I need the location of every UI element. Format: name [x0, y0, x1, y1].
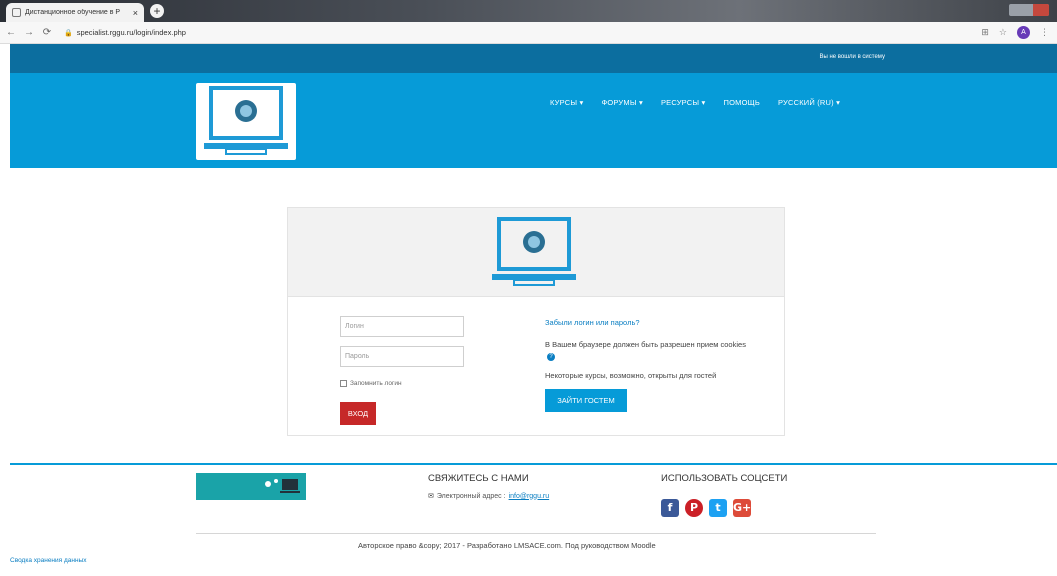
menu-language[interactable]: РУССКИЙ (RU) ▾: [778, 98, 840, 107]
main-menu: КУРСЫ ▾ ФОРУМЫ ▾ РЕСУРСЫ ▾ ПОМОЩЬ РУССКИ…: [550, 98, 840, 107]
remember-label: Запомнить логин: [350, 380, 402, 387]
social-links: f P t G+: [661, 499, 751, 517]
contact-title: СВЯЖИТЕСЬ С НАМИ: [428, 473, 529, 484]
email-link[interactable]: info@rggu.ru: [509, 493, 550, 500]
site-top-bar: Вы не вошли в систему: [10, 44, 1057, 73]
laptop-globe-logo-icon: [492, 217, 576, 286]
laptop-globe-logo-icon: [204, 86, 288, 155]
forward-arrow-icon[interactable]: →: [22, 27, 36, 38]
social-title: ИСПОЛЬЗОВАТЬ СОЦСЕТИ: [661, 473, 788, 484]
site-navbar: КУРСЫ ▾ ФОРУМЫ ▾ РЕСУРСЫ ▾ ПОМОЩЬ РУССКИ…: [10, 73, 1057, 168]
profile-avatar[interactable]: A: [1017, 26, 1030, 39]
window-close-icon[interactable]: [1033, 4, 1049, 16]
bookmark-star-icon[interactable]: ☆: [999, 27, 1007, 38]
footer-separator: [196, 533, 876, 534]
login-status-text: Вы не вошли в систему: [819, 54, 885, 60]
cookies-notice: В Вашем браузере должен быть разрешен пр…: [545, 339, 755, 363]
contact-email: ✉ Электронный адрес : info@rggu.ru: [428, 492, 550, 501]
cookies-text: В Вашем браузере должен быть разрешен пр…: [545, 340, 746, 349]
username-input[interactable]: [340, 316, 464, 337]
browser-tab-title: Дистанционное обучение в Р: [25, 9, 121, 16]
guests-notice: Некоторые курсы, возможно, открыты для г…: [545, 371, 717, 380]
twitter-icon[interactable]: t: [709, 499, 727, 517]
googleplus-icon[interactable]: G+: [733, 499, 751, 517]
lock-icon: 🔒: [64, 29, 73, 37]
browser-tab[interactable]: Дистанционное обучение в Р ×: [6, 3, 144, 22]
password-input[interactable]: [340, 346, 464, 367]
email-label: Электронный адрес :: [436, 492, 506, 500]
translate-icon[interactable]: ⊞: [981, 27, 989, 38]
login-button[interactable]: ВХОД: [340, 402, 376, 425]
url-text: specialist.rggu.ru/login/index.php: [76, 28, 186, 37]
guest-login-button[interactable]: ЗАЙТИ ГОСТЕМ: [545, 389, 627, 412]
footer-logo[interactable]: [196, 473, 306, 500]
remember-checkbox[interactable]: [340, 380, 347, 387]
menu-courses[interactable]: КУРСЫ ▾: [550, 98, 583, 107]
remember-username[interactable]: Запомнить логин: [340, 380, 402, 387]
login-card-header: [288, 208, 784, 297]
reload-icon[interactable]: ⟳: [40, 27, 54, 38]
menu-forums[interactable]: ФОРУМЫ ▾: [601, 98, 642, 107]
site-logo[interactable]: [196, 83, 296, 160]
forgot-password-link[interactable]: Забыли логин или пароль?: [545, 318, 640, 327]
close-tab-icon[interactable]: ×: [133, 8, 138, 18]
browser-address-bar: ← → ⟳ 🔒 specialist.rggu.ru/login/index.p…: [0, 22, 1057, 44]
menu-help[interactable]: ПОМОЩЬ: [724, 98, 760, 107]
data-retention-link[interactable]: Сводка хранения данных: [10, 557, 87, 564]
help-icon[interactable]: ?: [547, 353, 555, 362]
login-card: Запомнить логин ВХОД Забыли логин или па…: [287, 207, 785, 436]
browser-toolbar-right: ⊞ ☆ A ⋮: [981, 26, 1049, 39]
back-arrow-icon[interactable]: ←: [4, 27, 18, 38]
window-controls[interactable]: [1009, 4, 1049, 16]
facebook-icon[interactable]: f: [661, 499, 679, 517]
url-field[interactable]: 🔒 specialist.rggu.ru/login/index.php: [64, 28, 186, 37]
browser-menu-icon[interactable]: ⋮: [1040, 27, 1049, 38]
copyright-text: Авторское право &copy; 2017 - Разработан…: [358, 541, 656, 550]
footer-divider: [10, 463, 1057, 465]
menu-resources[interactable]: РЕСУРСЫ ▾: [661, 98, 706, 107]
browser-tab-strip: Дистанционное обучение в Р × +: [0, 0, 1057, 22]
pinterest-icon[interactable]: P: [685, 499, 703, 517]
footer-laptop-icon: [265, 479, 300, 493]
page-favicon-icon: [12, 8, 21, 17]
envelope-icon: ✉: [428, 493, 434, 500]
new-tab-button[interactable]: +: [150, 4, 164, 18]
